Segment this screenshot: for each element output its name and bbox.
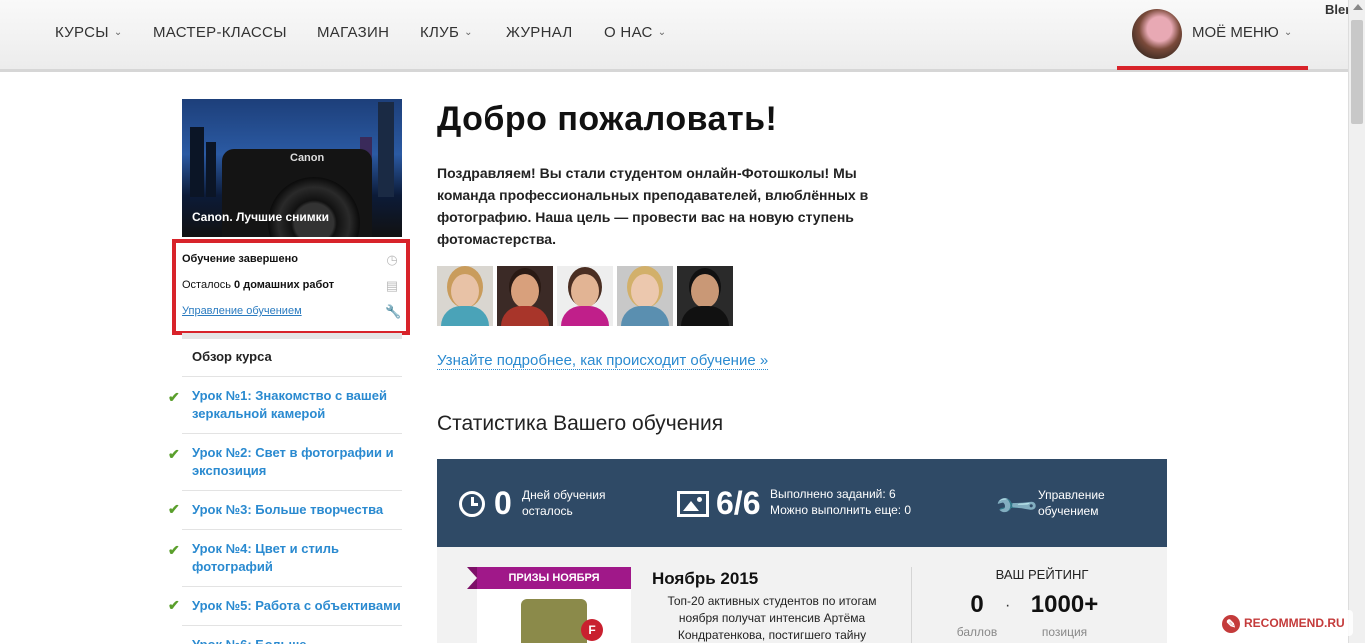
homework-remaining-prefix: Осталось [182, 279, 231, 291]
rating-score: 0 [970, 591, 984, 618]
chevron-down-icon: ⌄ [657, 27, 667, 38]
nav-item-club[interactable]: КЛУБ ⌄ [420, 24, 473, 41]
lesson-label[interactable]: Урок №4: Цвет и стиль фотографий [192, 540, 402, 576]
divider [182, 333, 402, 339]
divider [911, 567, 912, 643]
teacher-photo[interactable] [677, 266, 733, 326]
nav-item-about[interactable]: О НАС ⌄ [604, 24, 666, 41]
nav-item-label: МАСТЕР-КЛАССЫ [153, 24, 287, 41]
nav-item-journal[interactable]: ЖУРНАЛ [506, 24, 573, 41]
manage-learning-line1: Управление [1038, 488, 1105, 502]
tasks-left: Можно выполнить еще: 0 [770, 503, 912, 517]
check-icon: ✔ [168, 389, 180, 405]
tasks-label: Выполнено заданий: 6 Можно выполнить еще:… [770, 486, 911, 518]
rating-position-label: позиция [1041, 625, 1088, 639]
check-icon: ✔ [168, 501, 180, 517]
manage-learning-link[interactable]: Управление обучением [182, 305, 302, 317]
rating-separator: · [1005, 597, 1011, 614]
stats-heading: Статистика Вашего обучения [437, 412, 724, 435]
check-icon: ✔ [168, 597, 180, 613]
course-overview-link[interactable]: Обзор курса [192, 349, 272, 364]
my-menu-label: МОЁ МЕНЮ ⌄ [1192, 24, 1292, 41]
nav-item-masterclasses[interactable]: МАСТЕР-КЛАССЫ [153, 24, 287, 41]
lesson-label[interactable]: Урок №2: Свет в фотографии и экспозиция [192, 444, 402, 480]
course-cover-image[interactable]: Canon Canon. Лучшие снимки [182, 99, 402, 237]
homework-remaining-value: 0 домашних работ [234, 279, 335, 291]
homework-remaining: Осталось 0 домашних работ [182, 279, 334, 291]
teacher-photo[interactable] [437, 266, 493, 326]
watermark: ✎ RECOMMEND.RU [1218, 610, 1353, 636]
lesson-item[interactable]: ✔ Урок №5: Работа с объективами [168, 586, 402, 625]
nav-item-courses[interactable]: КУРСЫ ⌄ [55, 24, 123, 41]
prize-ribbon: ПРИЗЫ НОЯБРЯ [467, 567, 631, 589]
watermark-text: RECOMMEND.RU [1244, 616, 1345, 630]
intro-text: Поздравляем! Вы стали студентом онлайн-Ф… [437, 165, 869, 247]
nav-item-label: КЛУБ [420, 24, 460, 41]
clock-icon [459, 491, 485, 517]
wrench-icon[interactable]: 🔧 [992, 482, 1040, 530]
top-navigation: КУРСЫ ⌄ МАСТЕР-КЛАССЫ МАГАЗИН КЛУБ ⌄ ЖУРНА… [0, 0, 1348, 72]
status-completed: Обучение завершено [182, 253, 298, 265]
scrollbar[interactable] [1348, 0, 1365, 643]
camera-brand: Canon [290, 152, 325, 164]
chevron-down-icon: ⌄ [464, 27, 473, 38]
prize-image[interactable]: F [477, 589, 631, 643]
check-icon: ✔ [168, 542, 180, 558]
prize-panel: ПРИЗЫ НОЯБРЯ F Ноябрь 2015 Топ-20 активн… [437, 547, 1167, 643]
stats-bar: 0 Дней обучения осталось 6/6 Выполнено за… [437, 459, 1167, 547]
nav-item-shop[interactable]: МАГАЗИН [317, 24, 389, 41]
nav-item-label: О НАС [604, 24, 653, 41]
nav-item-label: МАГАЗИН [317, 24, 390, 41]
teacher-photo[interactable] [617, 266, 673, 326]
teacher-photo[interactable] [557, 266, 613, 326]
manage-learning-link-wrap: Управление обучением [182, 305, 302, 317]
teacher-photo[interactable] [497, 266, 553, 326]
prize-title: Ноябрь 2015 [652, 569, 759, 588]
clock-icon: ◷ [386, 252, 398, 267]
image-icon [677, 491, 709, 517]
watermark-logo-icon: ✎ [1222, 614, 1240, 633]
nav-item-label: КУРСЫ [55, 24, 109, 41]
wrench-icon: 🔧 [385, 304, 402, 319]
rating-title: ВАШ РЕЙТИНГ [995, 567, 1089, 582]
lesson-label[interactable]: Урок №3: Больше творчества [192, 501, 402, 519]
lesson-label[interactable]: Урок №5: Работа с объективами [192, 597, 402, 615]
chevron-down-icon: ⌄ [113, 27, 123, 38]
days-left-label: Дней обучения осталось [522, 487, 606, 519]
bag-illustration [521, 599, 587, 643]
lesson-label[interactable]: Урок №1: Знакомство с вашей зеркальной к… [192, 387, 402, 423]
prize-description: Топ-20 активных студентов по итогам нояб… [667, 594, 877, 642]
learn-more-link[interactable]: Узнайте подробнее, как происходит обучен… [437, 352, 769, 370]
lesson-item[interactable]: Урок №6: Больше [182, 625, 402, 644]
days-left-label-line1: Дней обучения [522, 488, 606, 502]
check-icon: ✔ [168, 446, 180, 462]
tasks-value: 6/6 [716, 485, 761, 521]
my-menu-text: МОЁ МЕНЮ [1192, 24, 1279, 41]
course-status-box: Обучение завершено ◷ Осталось 0 домашних… [172, 239, 410, 335]
lesson-item[interactable]: ✔ Урок №1: Знакомство с вашей зеркальной… [168, 376, 402, 433]
rating-score-label: баллов [956, 625, 998, 639]
days-left-value: 0 [494, 485, 512, 521]
lesson-item[interactable]: ✔ Урок №4: Цвет и стиль фотографий [168, 529, 402, 586]
course-title: Canon. Лучшие снимки [192, 210, 330, 224]
page-title: Добро пожаловать! [437, 100, 778, 138]
prize-logo: F [581, 619, 603, 641]
manage-learning-stat[interactable]: Управление обучением [1038, 487, 1105, 519]
chevron-down-icon: ⌄ [1283, 27, 1293, 38]
lesson-item[interactable]: ✔ Урок №3: Больше творчества [168, 490, 402, 529]
image-icon: ▤ [385, 278, 399, 293]
lesson-item[interactable]: ✔ Урок №2: Свет в фотографии и экспозици… [168, 433, 402, 490]
manage-learning-line2: обучением [1038, 504, 1099, 518]
my-menu[interactable]: МОЁ МЕНЮ ⌄ [1117, 0, 1308, 70]
rating-position: 1000+ [1030, 591, 1099, 618]
scroll-up-arrow-icon[interactable] [1353, 4, 1363, 10]
nav-item-label: ЖУРНАЛ [506, 24, 573, 41]
tasks-done: Выполнено заданий: 6 [770, 487, 896, 501]
days-left-label-line2: осталось [522, 504, 573, 518]
avatar[interactable] [1132, 9, 1182, 59]
scroll-thumb[interactable] [1351, 20, 1363, 124]
